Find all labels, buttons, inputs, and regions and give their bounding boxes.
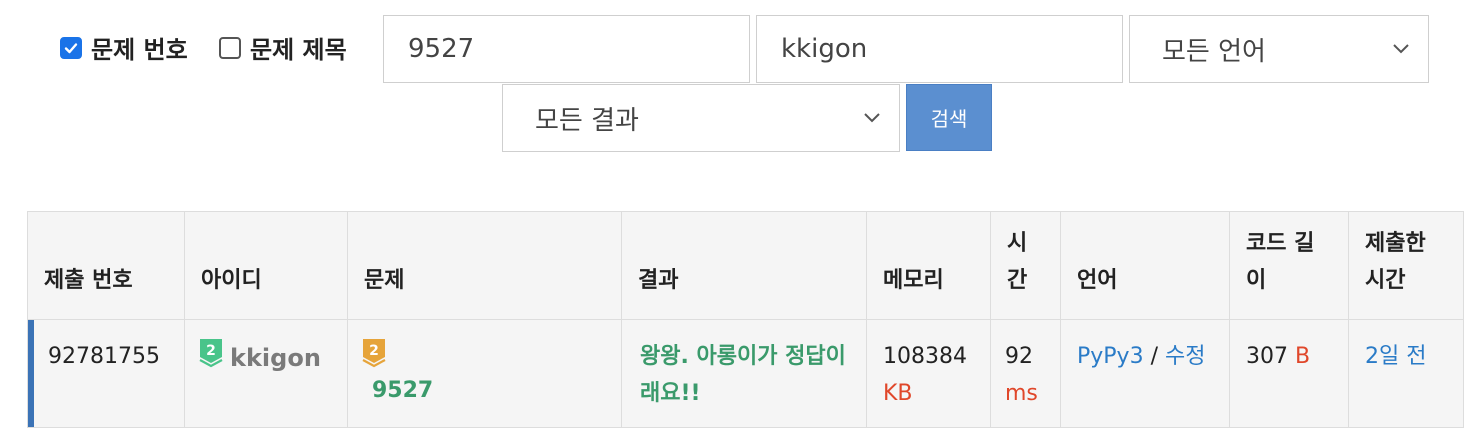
language-cell: PyPy3 / 수정: [1060, 319, 1230, 428]
table-header-row: 제출 번호 아이디 문제 결과 메모리 시간 언어 코드 길이 제출한 시간: [27, 211, 1464, 320]
chevron-down-icon: [1393, 44, 1409, 54]
user-link[interactable]: kkigon: [230, 340, 321, 377]
submission-id: 92781755: [27, 319, 185, 428]
result-cell: 왕왕. 아롱이가 정답이래요!!: [621, 319, 867, 428]
chevron-down-icon: [864, 113, 880, 123]
memory-cell: 108384 KB: [866, 319, 991, 428]
problem-number-checkbox[interactable]: 문제 번호: [60, 30, 188, 65]
header-time: 시간: [990, 211, 1061, 320]
problem-id-input[interactable]: [408, 34, 749, 64]
problem-id-field[interactable]: [383, 15, 750, 83]
time-value: 92: [1005, 344, 1033, 369]
header-problem: 문제: [347, 211, 622, 320]
language-select-value: 모든 언어: [1162, 36, 1266, 67]
memory-unit: KB: [883, 381, 913, 406]
code-length-value: 307: [1246, 344, 1288, 369]
problem-title-checkbox[interactable]: 문제 제목: [219, 30, 347, 65]
problem-link[interactable]: 9527: [362, 372, 603, 409]
problem-number-label: 문제 번호: [91, 36, 188, 64]
language-select[interactable]: 모든 언어: [1129, 15, 1429, 83]
memory-value: 108384: [883, 344, 967, 369]
search-button[interactable]: 검색: [906, 84, 992, 151]
problem-cell: 2 9527: [347, 319, 622, 428]
header-language: 언어: [1060, 211, 1230, 320]
header-result: 결과: [621, 211, 867, 320]
header-submitted-time: 제출한 시간: [1348, 211, 1464, 320]
language-link[interactable]: PyPy3: [1077, 344, 1144, 369]
tier-badge-icon: 2: [199, 338, 223, 379]
code-length-unit: B: [1295, 344, 1311, 369]
checkbox-unchecked-icon[interactable]: [219, 36, 241, 59]
result-select-value: 모든 결과: [535, 105, 639, 136]
header-submission: 제출 번호: [27, 211, 185, 320]
problem-tier-text: 2: [369, 343, 379, 359]
submitted-time-cell: 2일 전: [1348, 319, 1464, 428]
user-tier-text: 2: [206, 343, 216, 359]
table-row: 92781755 2 kkigon 2 9527 왕왕. 아롱이가 정답이래요!…: [27, 319, 1464, 428]
header-code-length: 코드 길이: [1229, 211, 1349, 320]
checkbox-checked-icon[interactable]: [60, 36, 82, 59]
code-length-cell: 307 B: [1229, 319, 1349, 428]
edit-link[interactable]: 수정: [1165, 344, 1205, 369]
result-select[interactable]: 모든 결과: [502, 84, 900, 152]
time-cell: 92 ms: [990, 319, 1061, 428]
language-separator: /: [1150, 344, 1158, 369]
problem-title-label: 문제 제목: [250, 36, 347, 64]
submitted-time-link[interactable]: 2일 전: [1365, 344, 1426, 369]
user-id-input[interactable]: [781, 34, 1122, 64]
user-cell: 2 kkigon: [184, 319, 348, 428]
time-unit: ms: [1005, 381, 1038, 406]
status-table: 제출 번호 아이디 문제 결과 메모리 시간 언어 코드 길이 제출한 시간 9…: [27, 211, 1464, 428]
header-user: 아이디: [184, 211, 348, 320]
header-memory: 메모리: [866, 211, 991, 320]
user-id-field[interactable]: [756, 15, 1123, 83]
